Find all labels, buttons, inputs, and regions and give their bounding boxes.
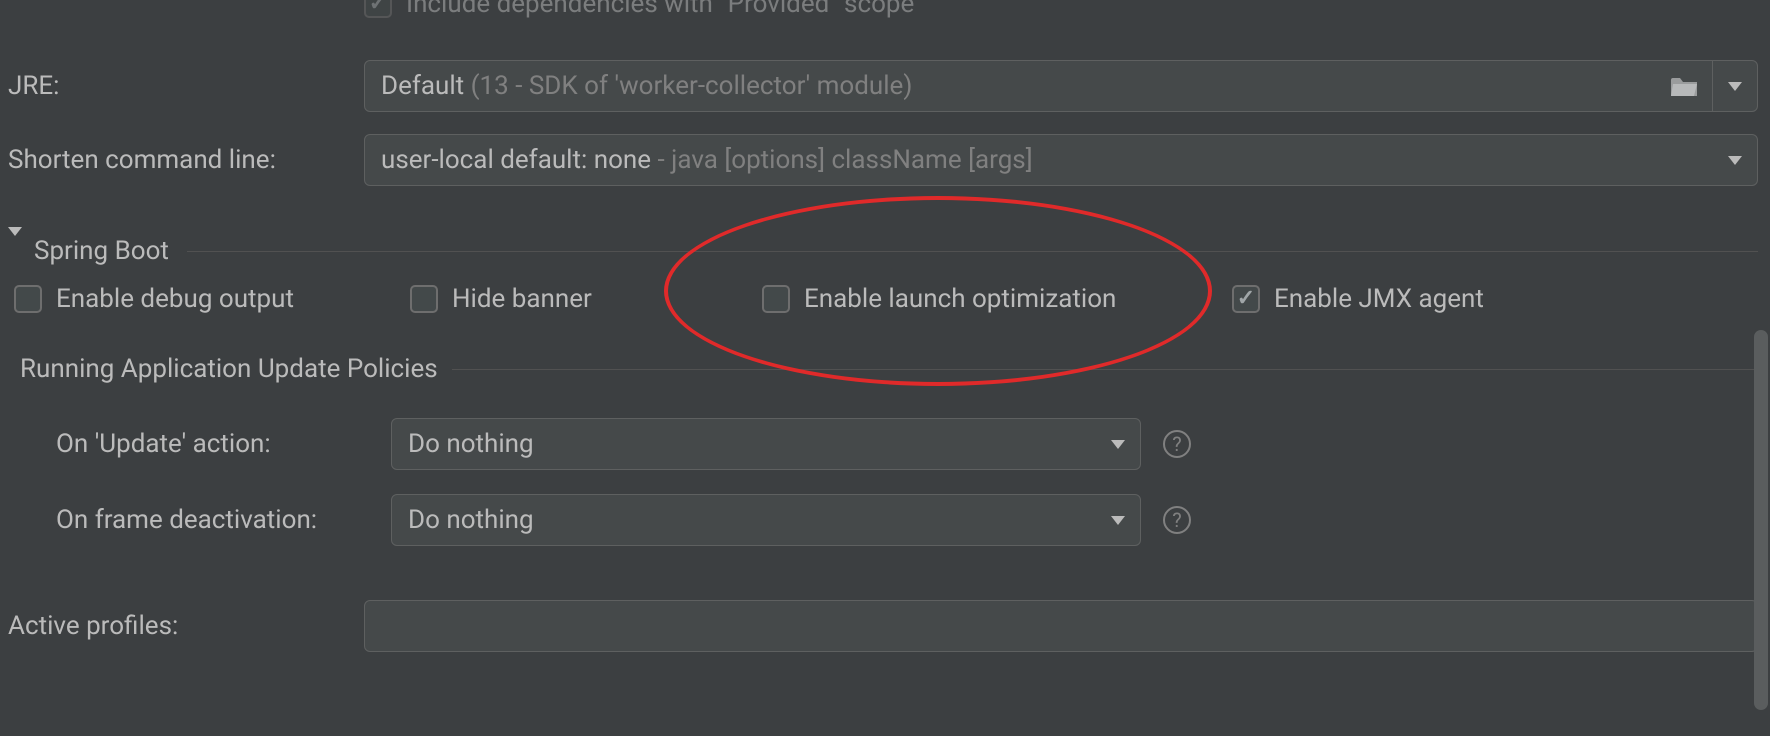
include-provided-checkbox[interactable] xyxy=(364,0,392,18)
on-frame-dropdown-button[interactable] xyxy=(1096,516,1140,525)
include-provided-row: Include dependencies with "Provided" sco… xyxy=(364,0,914,19)
shorten-combo[interactable]: user-local default: none - java [options… xyxy=(364,134,1758,186)
shorten-combo-text: user-local default: none - java [options… xyxy=(365,145,1049,175)
section-divider xyxy=(187,251,1758,252)
shorten-label: Shorten command line: xyxy=(8,145,364,175)
chevron-down-icon xyxy=(1728,82,1742,91)
jre-combo[interactable]: Default (13 - SDK of 'worker-collector' … xyxy=(364,60,1758,112)
active-profiles-input[interactable] xyxy=(364,600,1758,652)
spring-boot-section: Spring Boot xyxy=(8,236,1758,266)
shorten-value: user-local default: none xyxy=(381,145,651,175)
checkbox[interactable] xyxy=(762,285,790,313)
chevron-down-icon xyxy=(8,227,22,266)
checkbox[interactable] xyxy=(410,285,438,313)
enable-jmx-agent-checkbox-item[interactable]: Enable JMX agent xyxy=(1232,284,1484,314)
update-policies-section: Running Application Update Policies xyxy=(20,354,1758,384)
on-update-dropdown-button[interactable] xyxy=(1096,440,1140,449)
shorten-suffix: - java [options] className [args] xyxy=(658,145,1033,175)
jre-dropdown-button[interactable] xyxy=(1713,61,1757,111)
jre-right-controls xyxy=(1656,61,1757,111)
help-icon[interactable]: ? xyxy=(1163,430,1191,458)
active-profiles-label: Active profiles: xyxy=(8,611,364,641)
on-update-row: On 'Update' action: Do nothing ? xyxy=(56,418,1191,470)
chevron-down-icon xyxy=(1111,516,1125,525)
checkbox-label: Enable launch optimization xyxy=(804,284,1116,314)
folder-icon xyxy=(1670,75,1698,97)
on-frame-row: On frame deactivation: Do nothing ? xyxy=(56,494,1191,546)
chevron-down-icon xyxy=(1111,440,1125,449)
jre-label: JRE: xyxy=(8,71,364,101)
checkbox[interactable] xyxy=(1232,285,1260,313)
subsection-divider xyxy=(452,369,1758,370)
active-profiles-row: Active profiles: xyxy=(8,600,1758,652)
hide-banner-checkbox-item[interactable]: Hide banner xyxy=(410,284,592,314)
on-frame-label: On frame deactivation: xyxy=(56,505,391,535)
chevron-down-icon xyxy=(1728,156,1742,165)
shorten-dropdown-button[interactable] xyxy=(1713,156,1757,165)
help-icon[interactable]: ? xyxy=(1163,506,1191,534)
enable-debug-output-checkbox-item[interactable]: Enable debug output xyxy=(14,284,294,314)
checkbox-row: Enable debug output Hide banner Enable l… xyxy=(14,284,1758,320)
subsection-title: Running Application Update Policies xyxy=(20,354,438,384)
enable-launch-optimization-checkbox-item[interactable]: Enable launch optimization xyxy=(762,284,1116,314)
on-frame-value: Do nothing xyxy=(392,505,550,535)
on-frame-combo[interactable]: Do nothing xyxy=(391,494,1141,546)
section-title: Spring Boot xyxy=(34,236,169,266)
on-update-value: Do nothing xyxy=(392,429,550,459)
jre-value: Default xyxy=(381,71,464,101)
checkbox-label: Enable JMX agent xyxy=(1274,284,1484,314)
include-provided-label: Include dependencies with "Provided" sco… xyxy=(406,0,914,19)
collapse-toggle[interactable] xyxy=(8,236,22,266)
shorten-row: Shorten command line: user-local default… xyxy=(8,134,1758,186)
jre-suffix: (13 - SDK of 'worker-collector' module) xyxy=(471,71,913,101)
scrollbar-thumb[interactable] xyxy=(1754,330,1768,710)
browse-button[interactable] xyxy=(1656,61,1712,111)
jre-row: JRE: Default (13 - SDK of 'worker-collec… xyxy=(8,60,1758,112)
checkbox[interactable] xyxy=(14,285,42,313)
checkbox-label: Hide banner xyxy=(452,284,592,314)
jre-combo-text: Default (13 - SDK of 'worker-collector' … xyxy=(365,71,928,101)
on-update-combo[interactable]: Do nothing xyxy=(391,418,1141,470)
on-update-label: On 'Update' action: xyxy=(56,429,391,459)
checkbox-label: Enable debug output xyxy=(56,284,294,314)
